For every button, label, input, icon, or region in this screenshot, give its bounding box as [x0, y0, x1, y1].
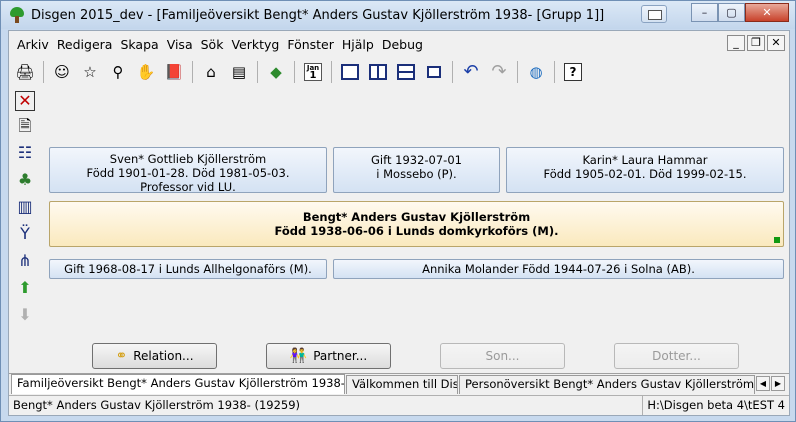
document-icon[interactable]: 🗎 — [13, 114, 37, 138]
cascade-windows-icon[interactable] — [422, 60, 446, 84]
window-title: Disgen 2015_dev - [Familjeöversikt Bengt… — [31, 7, 605, 23]
window-minimize-button[interactable]: – — [691, 3, 718, 22]
father-note: Professor vid LU. — [140, 180, 236, 194]
status-person: Bengt* Anders Gustav Kjöllerström 1938- … — [13, 398, 301, 412]
binoculars-icon[interactable]: ⚲ — [106, 60, 130, 84]
toolbar-separator — [192, 61, 193, 83]
main-person-card[interactable]: Bengt* Anders Gustav Kjöllerström Född 1… — [49, 201, 784, 247]
single-window-icon[interactable] — [338, 60, 362, 84]
tab-welcome[interactable]: Välkommen till Disgen — [346, 375, 458, 394]
calendar-day: 1 — [309, 70, 317, 81]
family-group-icon[interactable]: ♣ — [13, 168, 37, 192]
mother-name: Karin* Laura Hammar — [582, 153, 708, 167]
map-icon[interactable]: ◆ — [264, 60, 288, 84]
home-icon[interactable]: ⌂ — [199, 60, 223, 84]
status-indicator — [774, 237, 780, 243]
mdi-minimize-button[interactable]: _ — [727, 35, 745, 51]
view-sidebar: ✕ 🗎 ☷ ♣ ▥ Ÿ ⋔ ⬆ ⬇ — [9, 89, 41, 359]
menu-redigera[interactable]: Redigera — [53, 37, 117, 52]
mdi-restore-button[interactable]: ❐ — [747, 35, 765, 51]
window-close-button[interactable]: ✕ — [745, 3, 789, 22]
parents-marriage-card[interactable]: Gift 1932-07-01 i Mossebo (P). — [333, 147, 500, 193]
tree-list-icon[interactable]: ☷ — [13, 141, 37, 165]
horizontal-split-icon[interactable] — [394, 60, 418, 84]
mdi-client: Arkiv Redigera Skapa Visa Sök Verktyg Fö… — [8, 30, 790, 416]
tab-person-overview[interactable]: Personöversikt Bengt* Anders Gustav Kjöl… — [459, 375, 755, 394]
undo-icon[interactable]: ↶ — [459, 60, 483, 84]
toolbar-separator — [43, 61, 44, 83]
window-layout-icon[interactable] — [641, 5, 667, 23]
father-dates: Född 1901-01-28. Död 1981-05-03. — [86, 166, 290, 180]
app-window: Disgen 2015_dev - [Familjeöversikt Bengt… — [0, 0, 796, 422]
menu-arkiv[interactable]: Arkiv — [13, 37, 53, 52]
help-icon[interactable]: ? — [561, 60, 585, 84]
relation-button[interactable]: ⚭ Relation... — [92, 343, 217, 369]
menu-sok[interactable]: Sök — [197, 37, 228, 52]
menu-visa[interactable]: Visa — [163, 37, 197, 52]
person-star-icon[interactable]: ☆ — [78, 60, 102, 84]
partner-text: Annika Molander Född 1944-07-26 i Solna … — [422, 262, 695, 276]
disgen-tree-icon — [9, 7, 25, 23]
toolbar-separator — [257, 61, 258, 83]
relation-label: Relation... — [133, 349, 194, 363]
delete-person-icon[interactable]: ✕ — [15, 91, 35, 111]
mdi-close-button[interactable]: ✕ — [767, 35, 785, 51]
status-path: H:\Disgen beta 4\tEST 4 — [642, 396, 785, 415]
son-button[interactable]: Son... — [440, 343, 565, 369]
marriage-card[interactable]: Gift 1968-08-17 i Lunds Allhelgonaförs (… — [49, 259, 327, 279]
columns-view-icon[interactable]: ▥ — [13, 195, 37, 219]
father-name: Sven* Gottlieb Kjöllerström — [109, 152, 267, 166]
calendar-icon[interactable]: Jan 1 — [301, 60, 325, 84]
family-overview: Sven* Gottlieb Kjöllerström Född 1901-01… — [43, 89, 787, 339]
parents-marriage-place: i Mossebo (P). — [376, 167, 457, 181]
tab-scroll-right-button[interactable]: ▶ — [771, 376, 785, 391]
main-person-name: Bengt* Anders Gustav Kjöllerström — [302, 210, 531, 224]
couple-icon: 👫 — [289, 348, 308, 364]
ancestor-tree-icon[interactable]: ⋔ — [13, 249, 37, 273]
daughter-label: Dotter... — [652, 349, 701, 363]
menu-skapa[interactable]: Skapa — [116, 37, 162, 52]
person-face-icon[interactable]: ☺ — [50, 60, 74, 84]
partner-card[interactable]: Annika Molander Född 1944-07-26 i Solna … — [333, 259, 784, 279]
window-maximize-button[interactable]: ▢ — [718, 3, 745, 22]
action-buttons: ⚭ Relation... 👫 Partner... Son... Dotter… — [43, 341, 787, 371]
mother-card[interactable]: Karin* Laura Hammar Född 1905-02-01. Död… — [506, 147, 784, 193]
partner-label: Partner... — [313, 349, 368, 363]
marriage-text: Gift 1968-08-17 i Lunds Allhelgonaförs (… — [64, 262, 312, 276]
tab-family-overview[interactable]: Familjeöversikt Bengt* Anders Gustav Kjö… — [11, 374, 345, 394]
books-stack-icon[interactable]: ▤ — [227, 60, 251, 84]
menu-fonster[interactable]: Fönster — [283, 37, 338, 52]
parents-marriage-date: Gift 1932-07-01 — [371, 153, 462, 167]
status-bar: Bengt* Anders Gustav Kjöllerström 1938- … — [9, 395, 789, 415]
book-icon[interactable]: 📕 — [162, 60, 186, 84]
main-person-birth: Född 1938-06-06 i Lunds domkyrkoförs (M)… — [274, 224, 559, 238]
menu-bar: Arkiv Redigera Skapa Visa Sök Verktyg Fö… — [9, 31, 789, 57]
toolbar-separator — [452, 61, 453, 83]
globe-icon[interactable]: ◍ — [524, 60, 548, 84]
menu-debug[interactable]: Debug — [378, 37, 427, 52]
title-bar[interactable]: Disgen 2015_dev - [Familjeöversikt Bengt… — [1, 1, 795, 29]
tab-scroll-left-button[interactable]: ◀ — [756, 376, 770, 391]
move-down-icon[interactable]: ⬇ — [13, 303, 37, 327]
son-label: Son... — [485, 349, 520, 363]
rings-icon: ⚭ — [115, 348, 128, 364]
toolbar: 🖨 ☺ ☆ ⚲ ✋ 📕 ⌂ ▤ ◆ Jan 1 ↶ ↷ ◍ ? — [9, 57, 789, 87]
document-tabs: Familjeöversikt Bengt* Anders Gustav Kjö… — [9, 373, 789, 394]
menu-hjalp[interactable]: Hjälp — [338, 37, 378, 52]
toolbar-separator — [554, 61, 555, 83]
vertical-split-icon[interactable] — [366, 60, 390, 84]
move-up-icon[interactable]: ⬆ — [13, 276, 37, 300]
handshake-icon[interactable]: ✋ — [134, 60, 158, 84]
toolbar-separator — [517, 61, 518, 83]
descendant-tree-icon[interactable]: Ÿ — [13, 222, 37, 246]
toolbar-separator — [331, 61, 332, 83]
printer-icon[interactable]: 🖨 — [13, 60, 37, 84]
redo-icon[interactable]: ↷ — [487, 60, 511, 84]
mother-dates: Född 1905-02-01. Död 1999-02-15. — [543, 167, 747, 181]
father-card[interactable]: Sven* Gottlieb Kjöllerström Född 1901-01… — [49, 147, 327, 194]
partner-button[interactable]: 👫 Partner... — [266, 343, 391, 369]
toolbar-separator — [294, 61, 295, 83]
daughter-button[interactable]: Dotter... — [614, 343, 739, 369]
menu-verktyg[interactable]: Verktyg — [227, 37, 283, 52]
